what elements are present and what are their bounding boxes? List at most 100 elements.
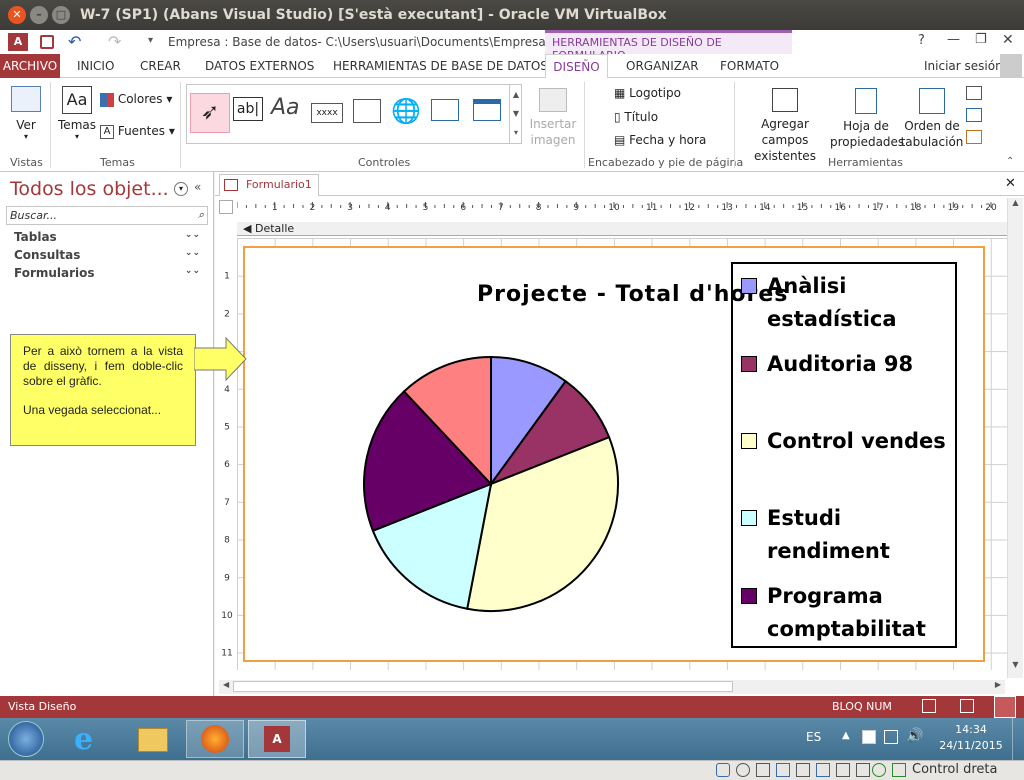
legend-item: Auditoria 98 xyxy=(741,348,951,381)
network-adapter-icon[interactable] xyxy=(776,763,790,777)
colors-button[interactable]: Colores ▾ xyxy=(100,92,172,107)
property-sheet-button[interactable]: Hoja de propiedades xyxy=(830,84,904,150)
nav-section-tablas[interactable]: Tablas ⌄⌄ xyxy=(14,230,200,244)
tab-archivo[interactable]: ARCHIVO xyxy=(0,54,60,78)
close-document-icon[interactable]: ✕ xyxy=(1005,176,1016,191)
contextual-tab-header: HERRAMIENTAS DE DISEÑO DE FORMULARIO xyxy=(545,30,792,62)
network-icon[interactable] xyxy=(884,730,898,744)
ruler-label: 20 xyxy=(985,203,997,213)
action-center-icon[interactable] xyxy=(862,730,876,744)
logo-button[interactable]: ▦ Logotipo xyxy=(614,86,681,100)
capture-icon[interactable] xyxy=(856,763,870,777)
themes-button[interactable]: Aa Temas ▾ xyxy=(58,84,96,150)
nav-section-formularios[interactable]: Formularios ⌄⌄ xyxy=(14,266,200,280)
button-control-icon[interactable]: xxxx xyxy=(311,103,343,123)
nav-menu-icon[interactable]: ▾ xyxy=(174,182,188,196)
nav-section-consultas[interactable]: Consultas ⌄⌄ xyxy=(14,248,200,262)
start-button[interactable] xyxy=(8,721,44,757)
show-desktop-button[interactable] xyxy=(1012,718,1024,760)
detail-grid[interactable]: Projecte - Total d'hores Anàlisi estadís… xyxy=(237,238,1015,670)
clock[interactable]: 14:34 24/11/2015 xyxy=(938,722,1004,754)
convert-macros-icon[interactable] xyxy=(966,130,982,144)
language-indicator[interactable]: ES xyxy=(806,730,821,744)
restore-app-icon[interactable]: ❐ xyxy=(975,32,987,47)
display-icon[interactable] xyxy=(836,763,850,777)
ruler-label: 1 xyxy=(224,272,230,282)
design-view-icon[interactable] xyxy=(994,696,1016,718)
tab-diseno[interactable]: DISEÑO xyxy=(545,54,608,79)
tab-formulario1[interactable]: Formulario1 xyxy=(219,174,319,196)
view-button[interactable]: Ver ▾ xyxy=(8,84,44,150)
tab-control-icon[interactable] xyxy=(353,99,381,123)
usb-icon[interactable] xyxy=(796,763,810,777)
view-code-icon[interactable] xyxy=(966,108,982,122)
navigation-control-icon[interactable] xyxy=(473,99,501,121)
title-button[interactable]: ▯ Título xyxy=(614,110,658,124)
hyperlink-control-icon[interactable]: 🌐 xyxy=(391,97,421,125)
minimize-app-icon[interactable]: — xyxy=(947,32,960,47)
tray-expand-icon[interactable]: ▲ xyxy=(842,730,850,741)
close-window-button[interactable]: ✕ xyxy=(8,6,26,24)
tab-organizar[interactable]: ORGANIZAR xyxy=(626,54,699,78)
label-control-icon[interactable]: Aa xyxy=(271,95,300,120)
redo-icon[interactable]: ↷ xyxy=(108,32,121,51)
ruler-label: 7 xyxy=(498,203,504,213)
layout-view-icon[interactable] xyxy=(960,699,974,713)
tab-herramientas-bd[interactable]: HERRAMIENTAS DE BASE DE DATOS xyxy=(333,54,548,78)
subform-icon[interactable] xyxy=(966,86,982,100)
group-label-controles: Controles xyxy=(358,156,411,169)
nav-pane-title[interactable]: Todos los objet... xyxy=(10,178,169,200)
textbox-control-icon[interactable]: ab| xyxy=(233,97,263,121)
ruler-label: 3 xyxy=(347,203,353,213)
help-button[interactable]: ? xyxy=(918,33,925,48)
select-pointer-icon[interactable]: ➶ xyxy=(190,93,230,133)
search-icon[interactable]: ⌕ xyxy=(198,208,204,222)
fonts-button[interactable]: A Fuentes ▾ xyxy=(100,124,175,139)
vertical-scrollbar[interactable]: ▲ ▼ xyxy=(1007,198,1023,678)
audio-icon[interactable] xyxy=(756,763,770,777)
form-view-icon[interactable] xyxy=(922,699,936,713)
close-app-icon[interactable]: ✕ xyxy=(1002,32,1014,48)
tab-formato[interactable]: FORMATO xyxy=(720,54,779,78)
add-existing-fields-button[interactable]: Agregar campos existentes xyxy=(738,84,832,164)
sign-in-link[interactable]: Iniciar sesión xyxy=(924,59,1003,73)
group-label-encabezado: Encabezado y pie de página xyxy=(588,156,744,169)
file-explorer-icon[interactable] xyxy=(138,728,168,752)
shared-folder-icon[interactable] xyxy=(816,763,830,777)
tab-crear[interactable]: CREAR xyxy=(140,54,181,78)
access-taskbar-icon[interactable]: A xyxy=(248,720,306,758)
add-fields-icon xyxy=(772,88,798,112)
internet-explorer-icon[interactable]: e xyxy=(74,722,93,757)
ruler-label: 2 xyxy=(224,309,230,319)
volume-icon[interactable]: 🔊 xyxy=(906,728,923,744)
tab-order-button[interactable]: Orden de tabulación xyxy=(900,84,964,150)
collapse-ribbon-icon[interactable]: ⌃ xyxy=(1006,156,1014,167)
optical-drive-icon[interactable] xyxy=(736,763,750,777)
nav-search-input[interactable]: Buscar... ⌕ xyxy=(6,206,208,225)
hard-disk-icon[interactable] xyxy=(716,763,730,777)
insert-image-button[interactable]: Insertar imagen xyxy=(528,84,578,148)
title-icon: ▯ xyxy=(614,110,625,124)
undo-icon[interactable]: ↶ xyxy=(68,32,81,51)
legend-swatch xyxy=(741,588,757,604)
nav-collapse-icon[interactable]: « xyxy=(194,180,201,194)
keyboard-capture-icon[interactable] xyxy=(892,763,906,777)
firefox-icon[interactable] xyxy=(186,720,244,758)
web-browser-control-icon[interactable] xyxy=(431,99,459,121)
detail-section-header[interactable]: ◀ Detalle xyxy=(237,222,1013,236)
maximize-window-button[interactable]: □ xyxy=(52,6,70,24)
chart-object[interactable]: Projecte - Total d'hores Anàlisi estadís… xyxy=(243,246,985,662)
minimize-window-button[interactable]: – xyxy=(30,6,48,24)
qat-customize-icon[interactable]: ▾ xyxy=(148,35,153,46)
mouse-integration-icon[interactable] xyxy=(872,763,886,777)
ruler-label: 19 xyxy=(948,203,960,213)
horizontal-scrollbar[interactable]: ◀ ▶ xyxy=(219,680,1005,694)
ruler-label: 7 xyxy=(224,498,230,508)
gallery-scroll[interactable]: ▲ ▼ ▾ xyxy=(509,85,522,143)
save-icon[interactable] xyxy=(40,35,54,49)
date-time-button[interactable]: ▤ Fecha y hora xyxy=(614,133,706,147)
tab-inicio[interactable]: INICIO xyxy=(77,54,114,78)
view-icon xyxy=(11,86,41,112)
ruler-corner[interactable] xyxy=(219,200,233,214)
tab-datos-externos[interactable]: DATOS EXTERNOS xyxy=(205,54,314,78)
